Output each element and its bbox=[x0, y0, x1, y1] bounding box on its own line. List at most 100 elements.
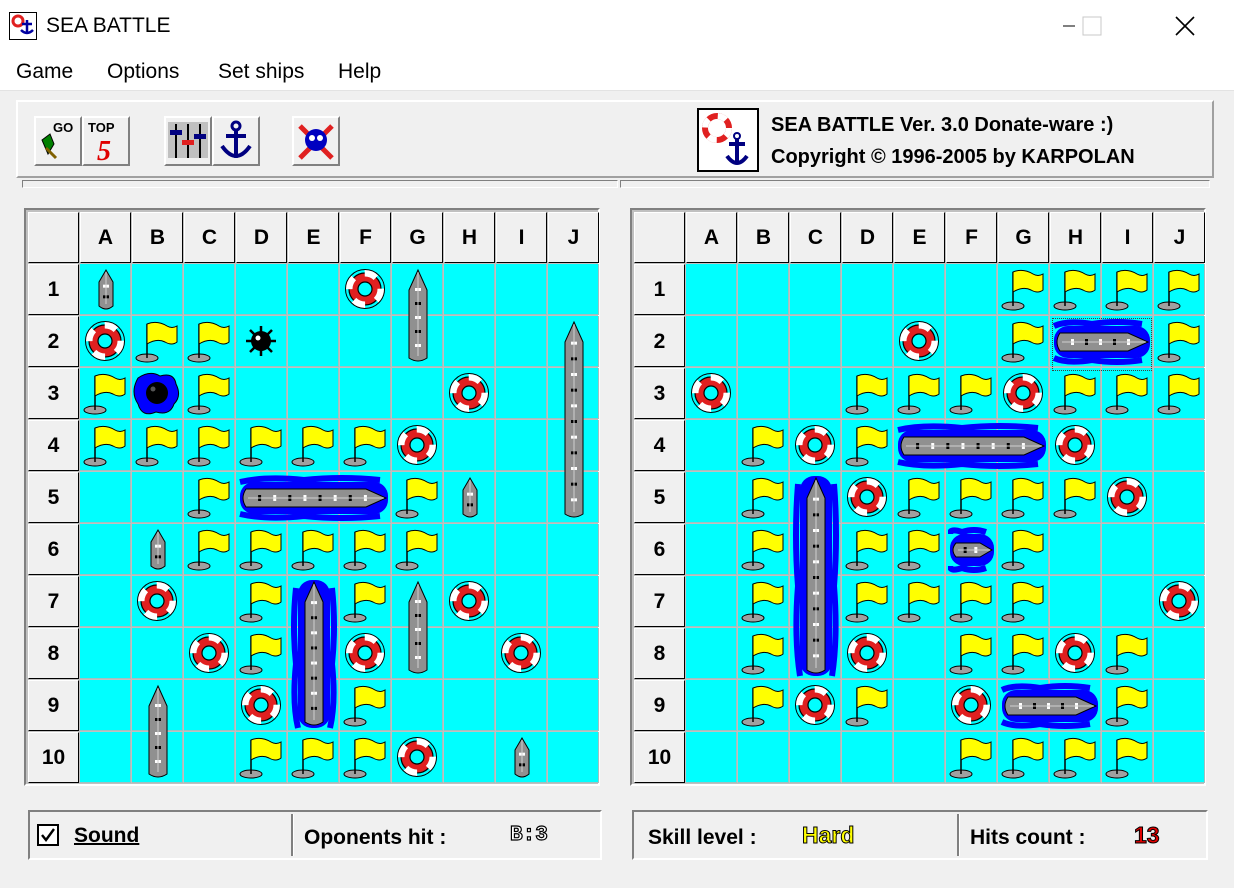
opponent-cell-J3[interactable] bbox=[1154, 368, 1205, 419]
opponent-cell-F10[interactable] bbox=[946, 732, 997, 783]
opponent-cell-I10[interactable] bbox=[1102, 732, 1153, 783]
opponent-cell-J10[interactable] bbox=[1154, 732, 1205, 783]
opponent-cell-H3[interactable] bbox=[1050, 368, 1101, 419]
opponent-cell-H7[interactable] bbox=[1050, 576, 1101, 627]
opponent-cell-C4[interactable] bbox=[790, 420, 841, 471]
opponent-cell-I9[interactable] bbox=[1102, 680, 1153, 731]
opponent-cell-I3[interactable] bbox=[1102, 368, 1153, 419]
opponent-cell-A2[interactable] bbox=[686, 316, 737, 367]
opponent-cell-A3[interactable] bbox=[686, 368, 737, 419]
opponent-cell-H8[interactable] bbox=[1050, 628, 1101, 679]
opponent-cell-G10[interactable] bbox=[998, 732, 1049, 783]
opponent-cell-C1[interactable] bbox=[790, 264, 841, 315]
opponent-cell-B2[interactable] bbox=[738, 316, 789, 367]
opponent-cell-J5[interactable] bbox=[1154, 472, 1205, 523]
opponent-cell-C2[interactable] bbox=[790, 316, 841, 367]
opponent-cell-B9[interactable] bbox=[738, 680, 789, 731]
opponent-cell-A7[interactable] bbox=[686, 576, 737, 627]
opponent-cell-H1[interactable] bbox=[1050, 264, 1101, 315]
opponent-cell-G2[interactable] bbox=[998, 316, 1049, 367]
opponent-cell-D4[interactable] bbox=[842, 420, 893, 471]
close-button[interactable] bbox=[1162, 0, 1208, 52]
opponent-cell-A9[interactable] bbox=[686, 680, 737, 731]
opponent-cell-H9[interactable] bbox=[1050, 680, 1101, 731]
opponent-cell-D5[interactable] bbox=[842, 472, 893, 523]
opponent-cell-C8[interactable] bbox=[790, 628, 841, 679]
opponent-cell-D10[interactable] bbox=[842, 732, 893, 783]
opponent-cell-J4[interactable] bbox=[1154, 420, 1205, 471]
opponent-cell-C7[interactable] bbox=[790, 576, 841, 627]
menu-game[interactable]: Game bbox=[16, 60, 73, 84]
opponent-cell-A4[interactable] bbox=[686, 420, 737, 471]
opponent-cell-E8[interactable] bbox=[894, 628, 945, 679]
opponent-cell-E7[interactable] bbox=[894, 576, 945, 627]
menu-set-ships[interactable]: Set ships bbox=[218, 60, 304, 84]
opponent-cell-G8[interactable] bbox=[998, 628, 1049, 679]
opponent-cell-D2[interactable] bbox=[842, 316, 893, 367]
opponent-cell-H5[interactable] bbox=[1050, 472, 1101, 523]
opponent-cell-B1[interactable] bbox=[738, 264, 789, 315]
opponent-cell-G9[interactable] bbox=[998, 680, 1049, 731]
opponent-cell-B5[interactable] bbox=[738, 472, 789, 523]
opponent-cell-D6[interactable] bbox=[842, 524, 893, 575]
opponent-cell-B4[interactable] bbox=[738, 420, 789, 471]
menu-options[interactable]: Options bbox=[107, 60, 179, 84]
opponent-cell-G4[interactable] bbox=[998, 420, 1049, 471]
sound-label[interactable]: Sound bbox=[74, 824, 139, 848]
maximize-button[interactable] bbox=[1069, 0, 1115, 52]
opponent-cell-A1[interactable] bbox=[686, 264, 737, 315]
opponent-cell-I2[interactable] bbox=[1102, 316, 1153, 367]
menu-help[interactable]: Help bbox=[338, 60, 381, 84]
opponent-cell-E4[interactable] bbox=[894, 420, 945, 471]
opponent-cell-D1[interactable] bbox=[842, 264, 893, 315]
opponent-cell-F8[interactable] bbox=[946, 628, 997, 679]
opponent-cell-J6[interactable] bbox=[1154, 524, 1205, 575]
opponent-cell-J1[interactable] bbox=[1154, 264, 1205, 315]
opponent-cell-E9[interactable] bbox=[894, 680, 945, 731]
opponent-cell-C9[interactable] bbox=[790, 680, 841, 731]
opponent-cell-I6[interactable] bbox=[1102, 524, 1153, 575]
opponent-cell-H2[interactable] bbox=[1050, 316, 1101, 367]
opponent-cell-I7[interactable] bbox=[1102, 576, 1153, 627]
opponent-cell-H10[interactable] bbox=[1050, 732, 1101, 783]
opponent-cell-J7[interactable] bbox=[1154, 576, 1205, 627]
top5-button[interactable]: TOP 5 bbox=[82, 116, 130, 167]
opponent-cell-E1[interactable] bbox=[894, 264, 945, 315]
opponent-cell-H4[interactable] bbox=[1050, 420, 1101, 471]
go-button[interactable]: GO bbox=[34, 116, 82, 166]
opponent-cell-C5[interactable] bbox=[790, 472, 841, 523]
opponent-cell-F1[interactable] bbox=[946, 264, 997, 315]
opponent-cell-C6[interactable] bbox=[790, 524, 841, 575]
opponent-cell-F9[interactable] bbox=[946, 680, 997, 731]
opponent-cell-I8[interactable] bbox=[1102, 628, 1153, 679]
opponent-cell-A10[interactable] bbox=[686, 732, 737, 783]
opponent-cell-A5[interactable] bbox=[686, 472, 737, 523]
opponent-cell-E5[interactable] bbox=[894, 472, 945, 523]
opponent-cell-E2[interactable] bbox=[894, 316, 945, 367]
settings-button[interactable] bbox=[164, 116, 212, 166]
opponent-cell-I5[interactable] bbox=[1102, 472, 1153, 523]
opponent-cell-F6[interactable] bbox=[946, 524, 997, 575]
opponent-cell-A8[interactable] bbox=[686, 628, 737, 679]
opponent-cell-J8[interactable] bbox=[1154, 628, 1205, 679]
opponent-cell-G1[interactable] bbox=[998, 264, 1049, 315]
opponent-cell-F2[interactable] bbox=[946, 316, 997, 367]
opponent-cell-G6[interactable] bbox=[998, 524, 1049, 575]
opponent-cell-E6[interactable] bbox=[894, 524, 945, 575]
opponent-cell-D9[interactable] bbox=[842, 680, 893, 731]
opponent-cell-B3[interactable] bbox=[738, 368, 789, 419]
opponent-cell-F7[interactable] bbox=[946, 576, 997, 627]
set-ships-button[interactable] bbox=[212, 116, 260, 166]
opponent-cell-B7[interactable] bbox=[738, 576, 789, 627]
opponent-cell-A6[interactable] bbox=[686, 524, 737, 575]
opponent-cell-I4[interactable] bbox=[1102, 420, 1153, 471]
surrender-button[interactable] bbox=[292, 116, 340, 166]
opponent-cell-F3[interactable] bbox=[946, 368, 997, 419]
opponent-cell-B6[interactable] bbox=[738, 524, 789, 575]
opponent-cell-F4[interactable] bbox=[946, 420, 997, 471]
sound-checkbox[interactable] bbox=[37, 824, 59, 846]
opponent-cell-B10[interactable] bbox=[738, 732, 789, 783]
opponent-cell-D3[interactable] bbox=[842, 368, 893, 419]
opponent-cell-I1[interactable] bbox=[1102, 264, 1153, 315]
opponent-cell-D7[interactable] bbox=[842, 576, 893, 627]
